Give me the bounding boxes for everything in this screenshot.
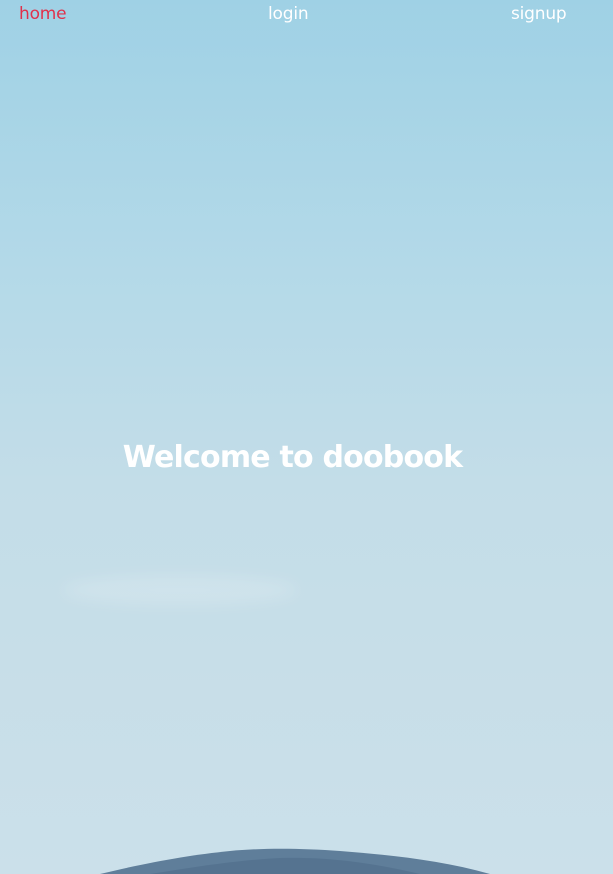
mountain-image bbox=[100, 848, 490, 874]
nav-signup-link[interactable]: signup bbox=[511, 4, 567, 24]
nav-home-link[interactable]: home bbox=[19, 4, 67, 24]
welcome-title: Welcome to doobook bbox=[122, 440, 463, 476]
nav-login-link[interactable]: login bbox=[268, 4, 309, 24]
hero-background bbox=[0, 0, 613, 874]
top-nav: home login signup bbox=[0, 0, 613, 30]
